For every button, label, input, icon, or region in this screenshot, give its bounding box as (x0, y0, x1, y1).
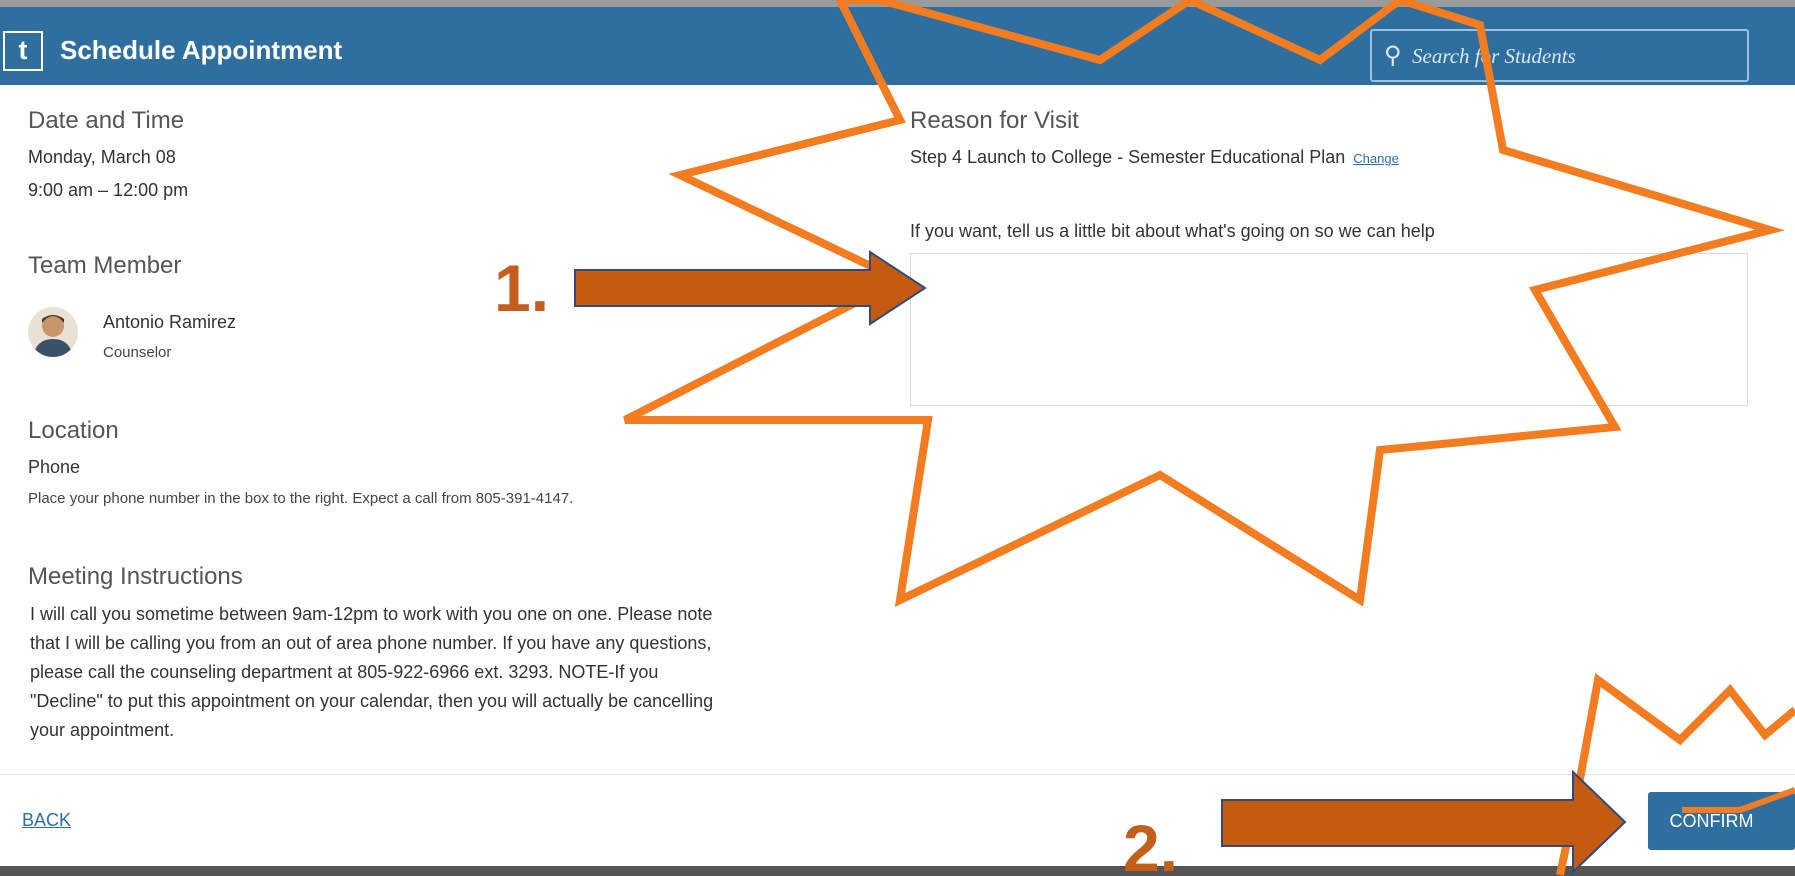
reason-row: Step 4 Launch to College - Semester Educ… (910, 147, 1399, 168)
meeting-instructions-line: that I will be calling you from an out o… (30, 633, 712, 653)
team-member-heading: Team Member (28, 252, 182, 279)
location-heading: Location (28, 417, 119, 444)
team-member-role: Counselor (103, 344, 172, 361)
meeting-instructions-heading: Meeting Instructions (28, 563, 243, 590)
back-link[interactable]: BACK (22, 810, 71, 831)
bottom-bar (0, 866, 1795, 876)
confirm-button[interactable]: CONFIRM (1648, 792, 1795, 850)
avatar (28, 307, 78, 357)
appointment-time: 9:00 am – 12:00 pm (28, 180, 189, 200)
notes-label: If you want, tell us a little bit about … (910, 221, 1435, 241)
change-reason-link[interactable]: Change (1353, 151, 1399, 166)
footer-divider (0, 774, 1795, 775)
location-note: Place your phone number in the box to th… (28, 490, 574, 507)
app-header: t Schedule Appointment ⚲ (0, 7, 1795, 85)
reason-heading: Reason for Visit (910, 107, 1079, 134)
date-time-heading: Date and Time (28, 107, 185, 134)
meeting-instructions-line: "Decline" to put this appointment on you… (30, 691, 714, 711)
reason-value: Step 4 Launch to College - Semester Educ… (910, 147, 1346, 167)
meeting-instructions-line: please call the counseling department at… (30, 662, 659, 682)
search-icon: ⚲ (1384, 42, 1402, 69)
page-title: Schedule Appointment (60, 35, 343, 65)
search-input[interactable] (1412, 41, 1732, 71)
app-logo: t (3, 31, 43, 71)
meeting-instructions-text: I will call you sometime between 9am-12p… (30, 600, 860, 745)
appointment-date: Monday, March 08 (28, 147, 176, 167)
step-2-label: 2. (1123, 811, 1179, 876)
location-type: Phone (28, 457, 81, 477)
arrow-2 (1221, 769, 1627, 875)
step-1-label: 1. (494, 251, 550, 325)
team-member-name: Antonio Ramirez (103, 312, 237, 332)
top-strip (0, 0, 1795, 7)
notes-textarea[interactable] (910, 253, 1748, 406)
meeting-instructions-line: I will call you sometime between 9am-12p… (30, 604, 713, 624)
meeting-instructions-line: your appointment. (30, 720, 175, 740)
person-icon (33, 315, 73, 357)
student-search[interactable]: ⚲ (1370, 29, 1749, 82)
